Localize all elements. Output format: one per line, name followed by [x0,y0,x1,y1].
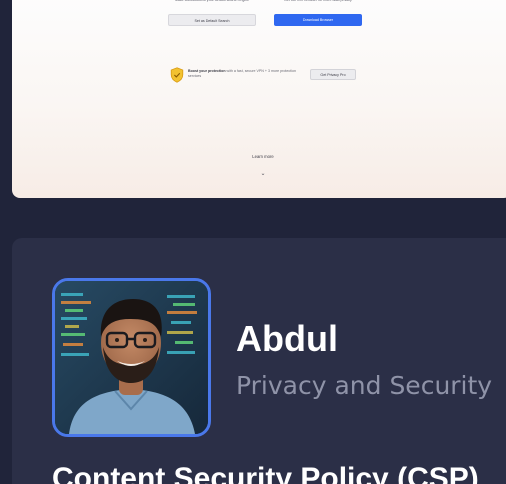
page: Make DuckDuckGo your default search engi… [0,0,506,484]
learn-more-link[interactable]: Learn more [238,154,288,159]
avatar [52,278,211,437]
chevron-down-icon[interactable]: ⌄ [258,170,268,178]
screenshot-preview: Make DuckDuckGo your default search engi… [12,0,506,198]
default-search-promo: Make DuckDuckGo your default search engi… [164,0,260,26]
browser-promo: Get our free browser for more data priva… [270,0,366,26]
author-role: Privacy and Security [236,371,493,400]
vpn-promo: Boost your protection with a fast, secur… [170,67,360,83]
vpn-promo-text: Boost your protection with a fast, secur… [188,69,300,79]
author-name[interactable]: Abdul [236,318,338,360]
default-search-text: Make DuckDuckGo your default search engi… [174,0,250,2]
author-photo-icon [55,281,208,434]
browser-promo-text: Get our free browser for more data priva… [284,0,352,2]
set-default-search-button[interactable]: Set as Default Search [168,14,256,26]
download-browser-button[interactable]: Download Browser [274,14,362,26]
shield-icon [170,67,184,83]
vpn-promo-title: Boost your protection [188,69,226,73]
author-card: Abdul Privacy and Security Content Secur… [12,238,506,484]
get-privacy-pro-button[interactable]: Get Privacy Pro [310,69,356,80]
article-heading: Content Security Policy (CSP) [52,462,479,484]
